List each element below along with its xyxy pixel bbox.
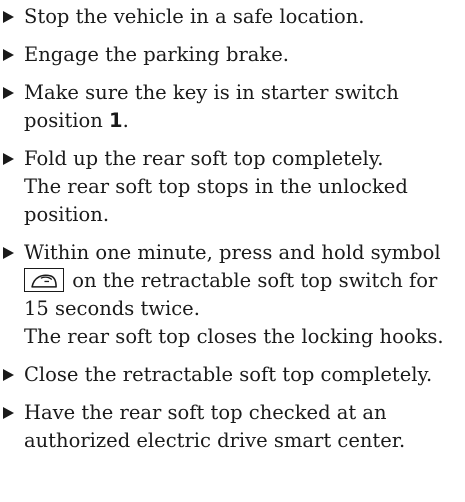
step-text-before: Within one minute, press and hold symbol [24, 241, 441, 264]
step-bullet-icon [3, 49, 14, 61]
instruction-step-press-hold: Within one minute, press and hold symbol… [0, 239, 460, 351]
step-text: Within one minute, press and hold symbol… [24, 239, 460, 323]
starter-switch-position-value: 1 [109, 109, 123, 132]
step-bullet-icon [3, 407, 14, 419]
step-bullet-icon [3, 369, 14, 381]
step-text: Engage the parking brake. [24, 43, 289, 66]
step-text: Make sure the key is in starter switch p… [24, 79, 460, 135]
instruction-step-fold-up: Fold up the rear soft top completely. Th… [0, 145, 460, 229]
step-text: Fold up the rear soft top completely. [24, 147, 384, 170]
instruction-page: Stop the vehicle in a safe location. Eng… [0, 0, 465, 502]
instruction-step-parking-brake: Engage the parking brake. [0, 41, 460, 69]
step-text-after: on the retractable soft top switch for 1… [24, 269, 438, 320]
instruction-step-close-top: Close the retractable soft top completel… [0, 361, 460, 389]
step-bullet-icon [3, 87, 14, 99]
soft-top-icon [24, 268, 64, 292]
step-text: Stop the vehicle in a safe location. [24, 5, 365, 28]
step-text: Close the retractable soft top completel… [24, 363, 433, 386]
instruction-step-stop-vehicle: Stop the vehicle in a safe location. [0, 3, 460, 31]
step-text: Have the rear soft top checked at an aut… [24, 401, 406, 452]
step-bullet-icon [3, 153, 14, 165]
step-text-before: Make sure the key is in starter switch p… [24, 81, 399, 132]
instruction-step-key-position: Make sure the key is in starter switch p… [0, 79, 460, 135]
instruction-step-service-check: Have the rear soft top checked at an aut… [0, 399, 460, 455]
step-text-after: . [122, 109, 129, 132]
step-bullet-icon [3, 11, 14, 23]
step-result-text: The rear soft top stops in the unlocked … [24, 175, 408, 226]
step-bullet-icon [3, 247, 14, 259]
step-result-text: The rear soft top closes the locking hoo… [24, 325, 444, 348]
instruction-steps: Stop the vehicle in a safe location. Eng… [0, 3, 460, 455]
